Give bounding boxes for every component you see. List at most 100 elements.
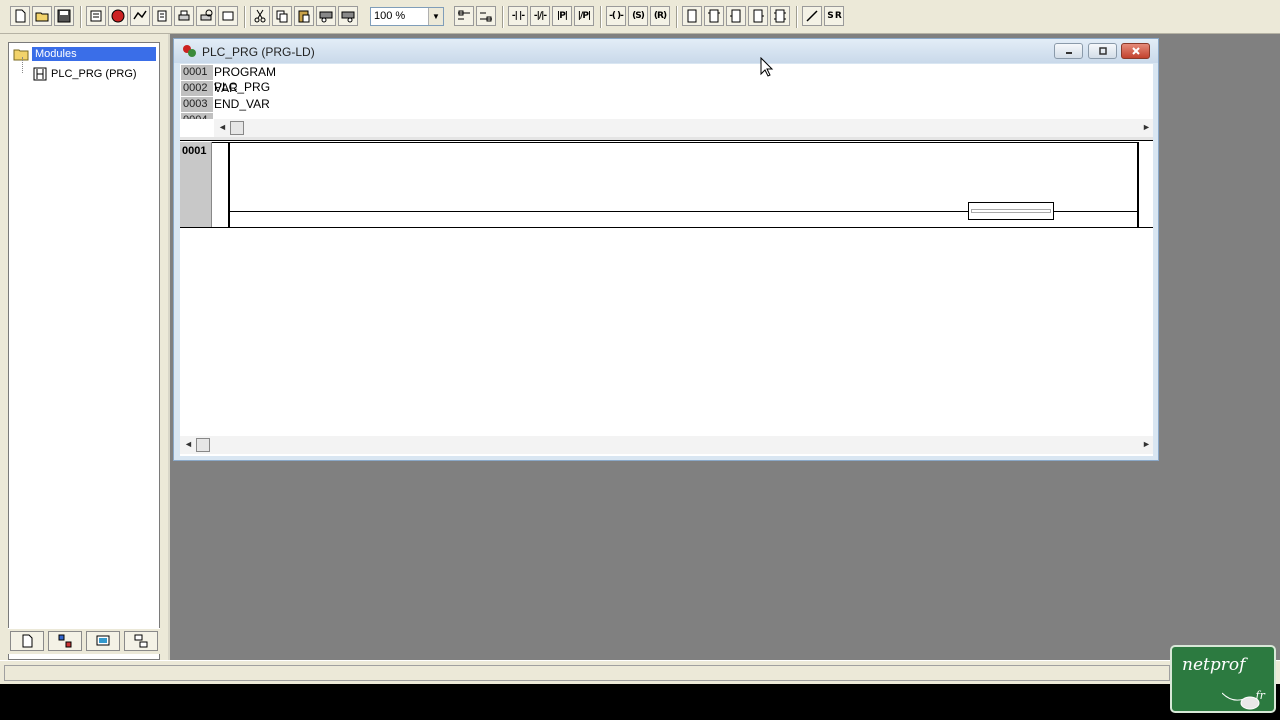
data-types-icon <box>58 634 72 648</box>
scroll-left-icon[interactable]: ◄ <box>218 122 227 132</box>
page-setup-icon[interactable] <box>218 6 238 26</box>
code-text[interactable]: END_VAR <box>214 97 270 112</box>
compile-icon[interactable] <box>86 6 106 26</box>
cut-icon[interactable] <box>250 6 270 26</box>
ladder-diagram-editor[interactable]: 0001 <box>180 142 1153 432</box>
toolbar-separator <box>80 6 82 28</box>
editor-body: 0001 PROGRAM PLC_PRG 0002 VAR 0003 END_V… <box>180 64 1153 456</box>
network-border <box>212 142 1137 143</box>
status-bar <box>0 660 1280 684</box>
build-icon[interactable] <box>152 6 172 26</box>
login-icon[interactable] <box>130 6 150 26</box>
function-block-icon[interactable] <box>682 6 702 26</box>
editor-window: PLC_PRG (PRG-LD) 0001 PROGRAM PLC_PRG 00… <box>173 38 1159 461</box>
output-icon[interactable] <box>748 6 768 26</box>
zoom-value: 100 % <box>374 10 406 22</box>
ladder-program-icon <box>33 67 47 81</box>
status-field <box>4 665 1170 681</box>
scroll-thumb[interactable] <box>230 121 244 135</box>
jump-icon[interactable] <box>770 6 790 26</box>
tree-item-modules[interactable]: Modules <box>13 45 156 63</box>
pane-splitter[interactable] <box>180 137 1153 141</box>
line-number: 0002 <box>181 81 213 96</box>
code-text[interactable]: VAR <box>214 81 238 96</box>
tree-item-plc-prg[interactable]: PLC_PRG (PRG) <box>33 65 137 83</box>
save-icon[interactable] <box>54 6 74 26</box>
toolbar-separator <box>502 6 504 28</box>
toolbar-separator <box>244 6 246 28</box>
folder-open-icon <box>13 49 29 61</box>
toolbar-separator <box>600 6 602 28</box>
netprof-logo: netprof .fr <box>1170 645 1276 713</box>
mouse-icon <box>1222 692 1260 710</box>
tab-pous[interactable] <box>10 631 44 651</box>
document-icon <box>22 634 33 648</box>
logo-text: netprof <box>1182 655 1246 675</box>
negated-contact-icon[interactable]: -|/|- <box>530 6 550 26</box>
parallel-contact-icon[interactable]: |P| <box>552 6 572 26</box>
scroll-thumb[interactable] <box>196 438 210 452</box>
visualization-icon <box>96 635 110 646</box>
paste-icon[interactable] <box>294 6 314 26</box>
network-border <box>180 227 1153 228</box>
new-file-icon[interactable] <box>10 6 30 26</box>
minimize-icon <box>1065 52 1072 54</box>
declaration-horizontal-scrollbar[interactable]: ◄ ► <box>214 119 1153 137</box>
object-organizer: Modules PLC_PRG (PRG) <box>0 34 168 660</box>
left-power-rail <box>228 142 230 228</box>
find-next-icon[interactable] <box>338 6 358 26</box>
scroll-right-icon[interactable]: ► <box>1142 122 1151 132</box>
toolbar-separator <box>676 6 678 28</box>
network-after-icon[interactable] <box>476 6 496 26</box>
zoom-select[interactable]: 100 % ▼ <box>370 7 444 26</box>
right-power-rail <box>1137 142 1139 228</box>
coil-icon[interactable]: -( )- <box>606 6 626 26</box>
tab-resources[interactable] <box>124 631 158 651</box>
chevron-down-icon[interactable]: ▼ <box>428 8 443 25</box>
organizer-tabs <box>8 628 160 654</box>
selection-box-inner <box>971 209 1051 213</box>
resources-icon <box>134 634 148 648</box>
copy-icon[interactable] <box>272 6 292 26</box>
network-number-column[interactable]: 0001 <box>180 142 212 228</box>
pou-icon <box>183 45 196 57</box>
tree-item-label: Modules <box>32 47 156 61</box>
network-number: 0001 <box>182 145 207 157</box>
open-folder-icon[interactable] <box>32 6 52 26</box>
contact-icon[interactable]: -| |- <box>508 6 528 26</box>
box-with-en-icon[interactable] <box>704 6 724 26</box>
reset-coil-icon[interactable]: (R) <box>650 6 670 26</box>
tab-visualizations[interactable] <box>86 631 120 651</box>
restore-icon <box>1098 47 1107 55</box>
main-toolbar: 100 % ▼ -| |- -|/|- |P| |/P| -( )- (S) (… <box>0 0 1280 34</box>
print-icon[interactable] <box>174 6 194 26</box>
toolbar-separator <box>796 6 798 28</box>
minimize-button[interactable] <box>1054 43 1083 59</box>
line-number: 0003 <box>181 97 213 112</box>
line-number: 0001 <box>181 65 213 80</box>
mouse-cursor-icon <box>760 57 774 77</box>
tab-data-types[interactable] <box>48 631 82 651</box>
window-title-bar[interactable]: PLC_PRG (PRG-LD) <box>174 39 1158 63</box>
close-icon <box>1131 47 1140 55</box>
window-title: PLC_PRG (PRG-LD) <box>202 45 315 59</box>
stop-icon[interactable] <box>108 6 128 26</box>
ladder-horizontal-scrollbar[interactable]: ◄ ► <box>180 436 1153 454</box>
find-icon[interactable] <box>316 6 336 26</box>
line-tool-icon[interactable] <box>802 6 822 26</box>
close-button[interactable] <box>1121 43 1150 59</box>
pou-tree: Modules PLC_PRG (PRG) <box>8 42 160 660</box>
set-coil-icon[interactable]: (S) <box>628 6 648 26</box>
parallel-negated-contact-icon[interactable]: |/P| <box>574 6 594 26</box>
scroll-left-icon[interactable]: ◄ <box>184 439 193 449</box>
scroll-right-icon[interactable]: ► <box>1142 439 1151 449</box>
line-number: 0004 <box>181 113 213 119</box>
tree-connector <box>22 57 23 73</box>
set-reset-toggle-icon[interactable]: S R <box>824 6 844 26</box>
print-preview-icon[interactable] <box>196 6 216 26</box>
restore-button[interactable] <box>1088 43 1117 59</box>
declaration-editor[interactable]: 0001 PROGRAM PLC_PRG 0002 VAR 0003 END_V… <box>180 64 1153 119</box>
input-icon[interactable] <box>726 6 746 26</box>
network-before-icon[interactable] <box>454 6 474 26</box>
selection-box[interactable] <box>968 202 1054 220</box>
